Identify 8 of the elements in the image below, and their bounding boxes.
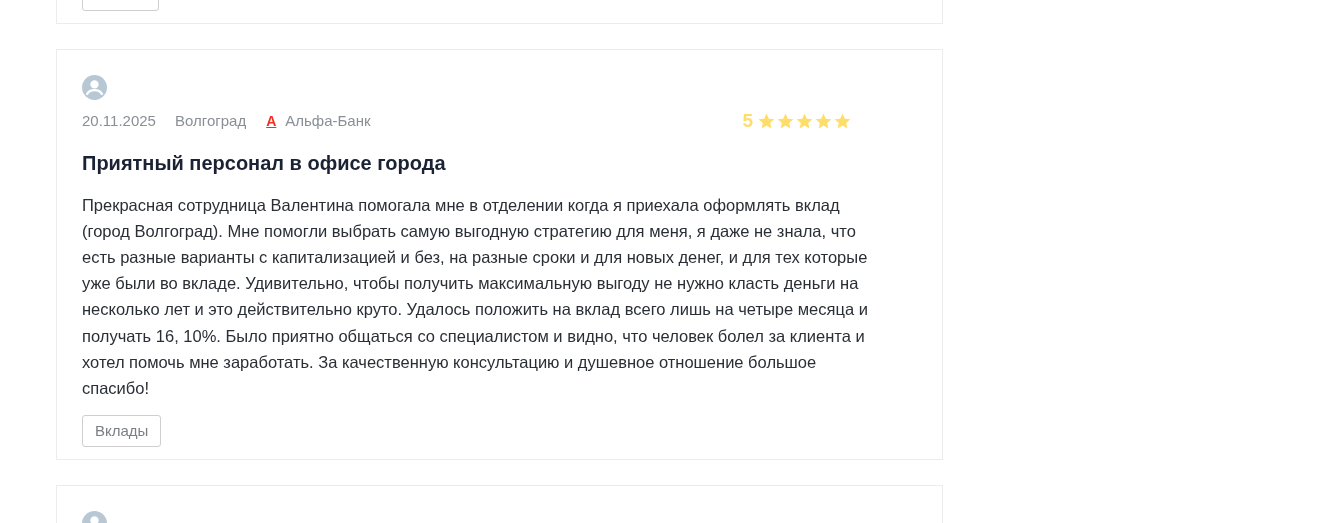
review-city: Волгоград xyxy=(174,111,247,131)
tag-chip[interactable]: Вклады xyxy=(82,415,162,448)
rating-score: 5 xyxy=(742,109,753,133)
review-title: Приятный персонал в офисе города xyxy=(82,150,447,176)
bank-link[interactable]: Альфа-Банк xyxy=(285,110,371,133)
review-date: 20.11.2025 xyxy=(82,111,156,131)
bank-logo: А xyxy=(266,111,277,131)
review-text: Прекрасная сотрудница Валентина помогала мне в отделении когда я приехала оформлять вклад (город Волгоград). Мне помогли выбрать самую выгодную стратегию для меня, я даже не знала, что есть разные варианты с капитализацией и без, на разные сроки и для новых денег, и для тех которые уже были во вкладе. Удивительно, чтобы получить максимальную выгоду не нужно класть деньги на несколько лет и это действительно круто. Удалось положить на вклад всего лишь на четыре месяца и получать 16, 10%. Было приятно общаться со специалистом и видно, что человек болел за клиента и хотел помочь мне заработать. За качественную консультацию и душевное отношение большое спасибо! xyxy=(82,194,869,399)
